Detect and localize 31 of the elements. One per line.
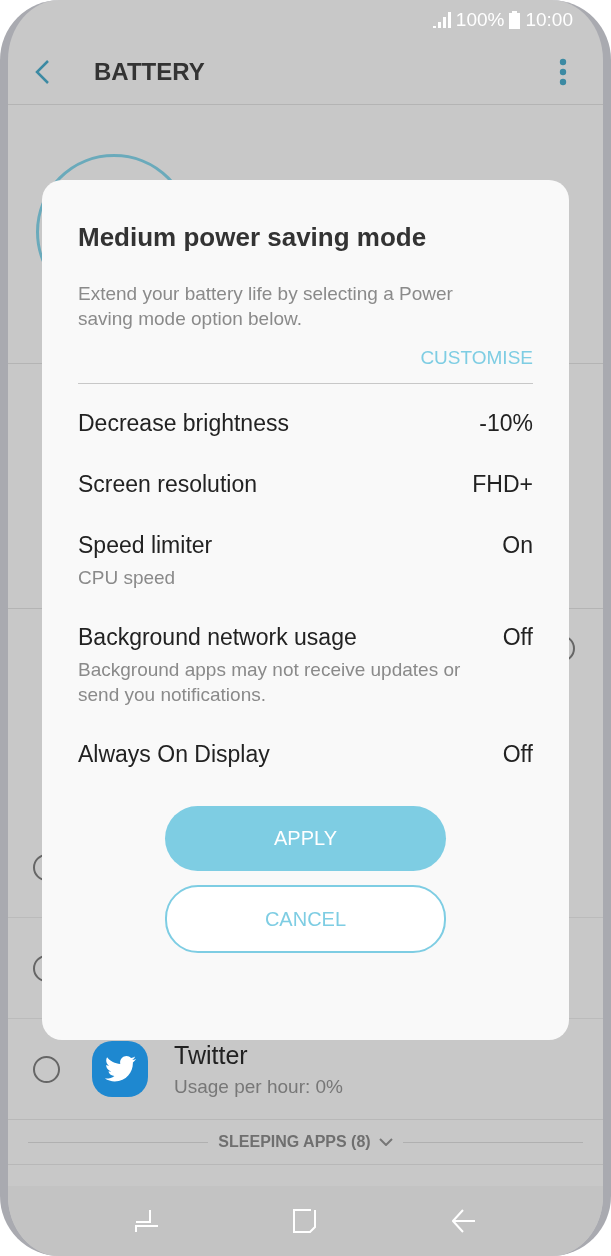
bird-app-icon[interactable] bbox=[92, 1041, 148, 1097]
option-label: Background network usage bbox=[78, 624, 357, 651]
option-value: FHD+ bbox=[472, 471, 533, 498]
home-icon[interactable] bbox=[293, 1209, 318, 1233]
option-value: Off bbox=[502, 741, 533, 768]
option-label: Speed limiter bbox=[78, 532, 213, 559]
battery-icon bbox=[509, 11, 521, 29]
option-label: Screen resolution bbox=[78, 471, 257, 498]
option-value: Off bbox=[502, 624, 533, 651]
apply-button[interactable]: APPLY bbox=[165, 806, 446, 871]
dialog-description: Extend your battery life by selecting a Power saving mode option below. bbox=[78, 282, 454, 331]
radio-button[interactable] bbox=[33, 1055, 60, 1083]
screen-title: BATTERY bbox=[94, 58, 206, 86]
recent-apps-icon[interactable] bbox=[135, 1209, 160, 1233]
sleeping-apps-toggle[interactable]: SLEEPING APPS (8) bbox=[208, 1133, 403, 1151]
chevron-icon bbox=[378, 1138, 393, 1146]
customise-link[interactable]: CUSTOMISE bbox=[420, 347, 533, 369]
option-note: CPU speed bbox=[78, 566, 177, 590]
option-value: -10% bbox=[479, 410, 533, 437]
back-nav-icon[interactable] bbox=[451, 1209, 476, 1233]
option-value: On bbox=[502, 532, 533, 559]
dialog-title: Medium power saving mode bbox=[78, 222, 428, 253]
signal-icon bbox=[432, 12, 451, 28]
back-icon[interactable] bbox=[34, 59, 50, 85]
cancel-button[interactable]: CANCEL bbox=[165, 885, 446, 953]
option-label: Always On Display bbox=[78, 741, 270, 768]
more-options-icon[interactable] bbox=[559, 58, 567, 86]
option-label: Decrease brightness bbox=[78, 410, 289, 437]
option-note: Background apps may not receive updates or send you notifications. bbox=[78, 658, 462, 707]
app-name: Twitter bbox=[174, 1040, 249, 1070]
app-usage: Usage per hour: 0% bbox=[174, 1075, 343, 1098]
